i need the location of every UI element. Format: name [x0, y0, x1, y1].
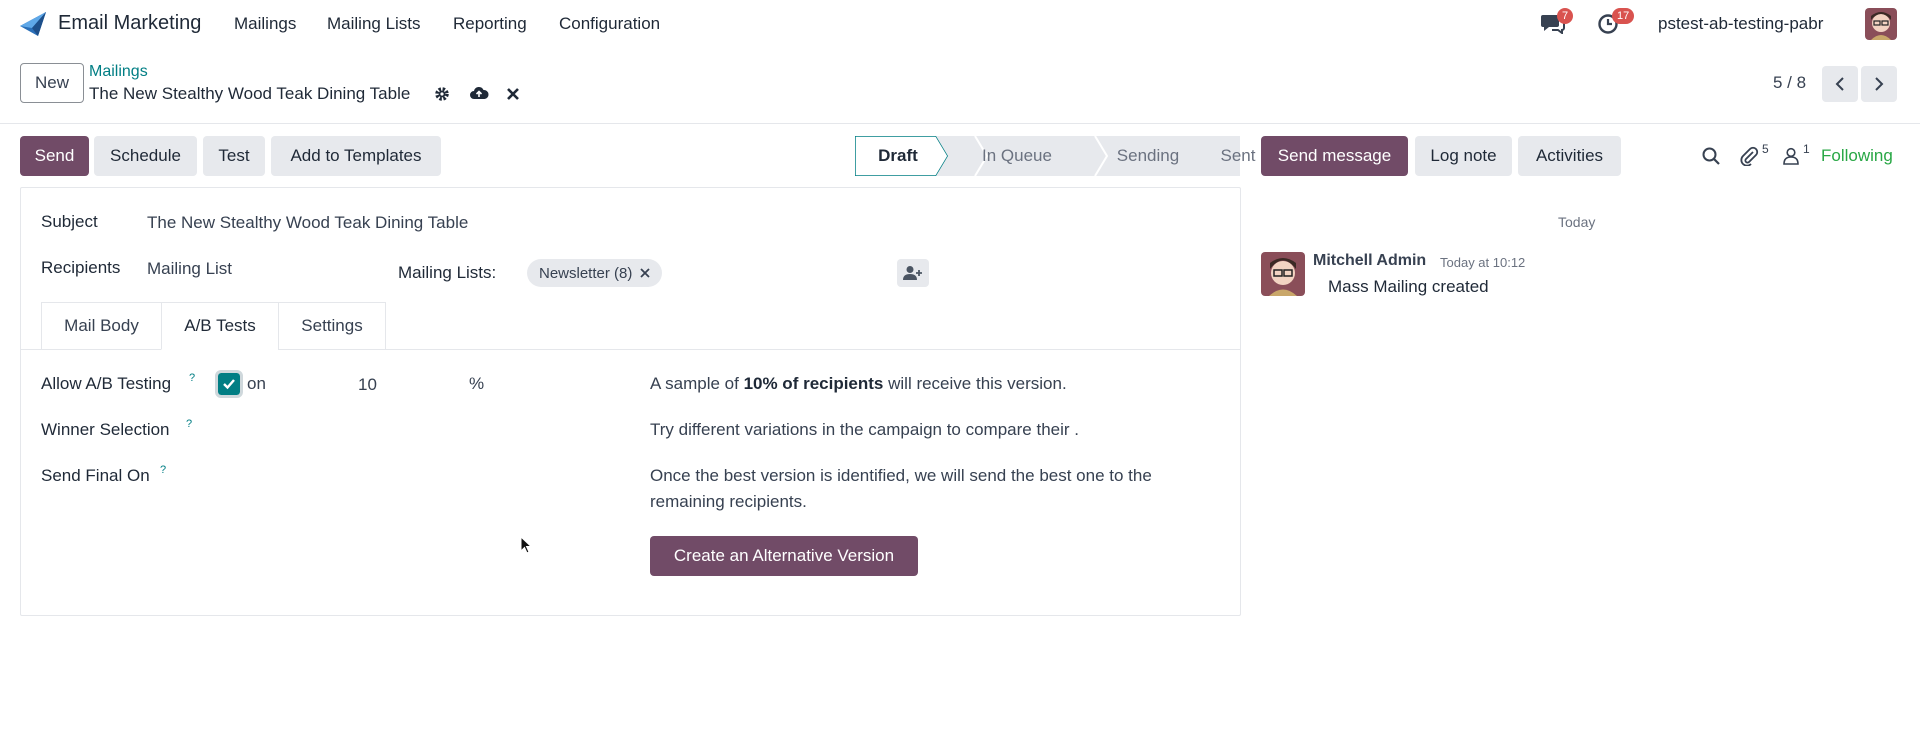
followers-count: 1 [1803, 142, 1810, 156]
status-bar: Draft In Queue Sending Sent [855, 136, 1255, 176]
percent-unit: % [469, 374, 485, 393]
send-final-on-help[interactable]: ? [160, 464, 166, 476]
date-separator: Today [1558, 214, 1596, 230]
stage-draft[interactable]: Draft [855, 136, 941, 176]
attachments-count: 5 [1762, 142, 1769, 156]
cloud-upload-icon[interactable] [469, 84, 489, 104]
pager-previous-button[interactable] [1822, 66, 1858, 102]
test-button[interactable]: Test [203, 136, 265, 176]
mailing-list-tag-label: Newsletter (8) [539, 264, 633, 282]
control-panel-divider [0, 123, 1920, 124]
menu-configuration[interactable]: Configuration [559, 14, 660, 34]
add-mailing-list-button[interactable] [897, 259, 929, 287]
ab-sample-prefix: A sample of [650, 374, 744, 393]
app-name[interactable]: Email Marketing [58, 12, 201, 35]
checkmark-icon [223, 379, 235, 390]
messages-count-badge: 7 [1557, 8, 1574, 24]
breadcrumb-mailings[interactable]: Mailings [89, 63, 148, 81]
form-sheet [20, 187, 1241, 616]
log-note-button[interactable]: Log note [1415, 136, 1512, 176]
message-body: Mass Mailing created [1328, 277, 1489, 296]
final-text-line1: Once the best version is identified, we … [650, 466, 1152, 485]
following-status[interactable]: Following [1821, 146, 1893, 166]
activities-count-badge: 17 [1612, 8, 1635, 24]
tab-ab-tests[interactable]: A/B Tests [161, 302, 279, 350]
add-to-templates-button[interactable]: Add to Templates [271, 136, 441, 176]
allow-ab-testing-checkbox[interactable] [215, 370, 243, 398]
recipients-label: Recipients [41, 258, 121, 277]
top-navbar: Email Marketing Mailings Mailing Lists R… [0, 0, 1920, 48]
paperclip-icon[interactable] [1739, 146, 1759, 166]
gear-icon[interactable] [432, 84, 452, 104]
subject-field[interactable]: The New Stealthy Wood Teak Dining Table [147, 213, 468, 233]
menu-mailings[interactable]: Mailings [234, 14, 296, 34]
message-author-avatar[interactable] [1261, 252, 1305, 296]
mouse-cursor-icon [520, 536, 532, 554]
pager-value[interactable]: 5 / 8 [1773, 73, 1806, 93]
chevron-right-icon [1875, 77, 1884, 91]
message-author[interactable]: Mitchell Admin [1313, 252, 1426, 270]
winner-selection-text: Try different variations in the campaign… [650, 420, 1079, 439]
mailing-lists-label: Mailing Lists: [398, 263, 497, 282]
message-time: Today at 10:12 [1440, 255, 1526, 270]
send-final-on-label: Send Final On [41, 466, 150, 485]
followers-user-icon[interactable] [1781, 146, 1801, 166]
recipients-field[interactable]: Mailing List [147, 259, 232, 279]
new-button[interactable]: New [20, 63, 84, 103]
record-title: The New Stealthy Wood Teak Dining Table [89, 84, 411, 103]
search-icon[interactable] [1701, 146, 1721, 166]
send-button[interactable]: Send [20, 136, 89, 176]
ab-sample-description: A sample of 10% of recipients will recei… [650, 374, 1067, 394]
ab-sample-suffix: will receive this version. [883, 374, 1067, 393]
user-plus-icon [903, 266, 922, 280]
menu-mailing-lists[interactable]: Mailing Lists [327, 14, 421, 34]
discard-close-icon[interactable] [503, 84, 523, 104]
send-message-button[interactable]: Send message [1261, 136, 1408, 176]
mailing-list-tag: Newsletter (8) [527, 259, 663, 287]
user-avatar[interactable] [1865, 8, 1897, 40]
activities-button[interactable]: Activities [1518, 136, 1621, 176]
menu-reporting[interactable]: Reporting [453, 14, 527, 34]
stage-in-queue[interactable]: In Queue [951, 136, 1083, 176]
winner-selection-help[interactable]: ? [186, 418, 192, 430]
allow-ab-testing-label: Allow A/B Testing [41, 374, 172, 393]
checkbox-state-text: on [247, 374, 266, 393]
subject-label: Subject [41, 212, 98, 231]
chevron-left-icon [1835, 77, 1844, 91]
ab-sample-bold: 10% of recipients [743, 374, 884, 393]
tag-remove-icon[interactable] [640, 268, 650, 278]
tab-mail-body[interactable]: Mail Body [41, 302, 162, 350]
schedule-button[interactable]: Schedule [94, 136, 197, 176]
allow-ab-testing-help[interactable]: ? [189, 372, 195, 384]
create-alternative-version-button[interactable]: Create an Alternative Version [650, 536, 918, 576]
user-name[interactable]: pstest-ab-testing-pabr [1658, 14, 1823, 34]
email-marketing-logo-icon[interactable] [18, 10, 48, 38]
ab-testing-percentage-input[interactable]: 10 [358, 375, 377, 395]
pager-next-button[interactable] [1861, 66, 1897, 102]
winner-selection-label: Winner Selection [41, 420, 170, 439]
tab-settings[interactable]: Settings [278, 302, 386, 350]
final-text-line2: remaining recipients. [650, 492, 807, 511]
